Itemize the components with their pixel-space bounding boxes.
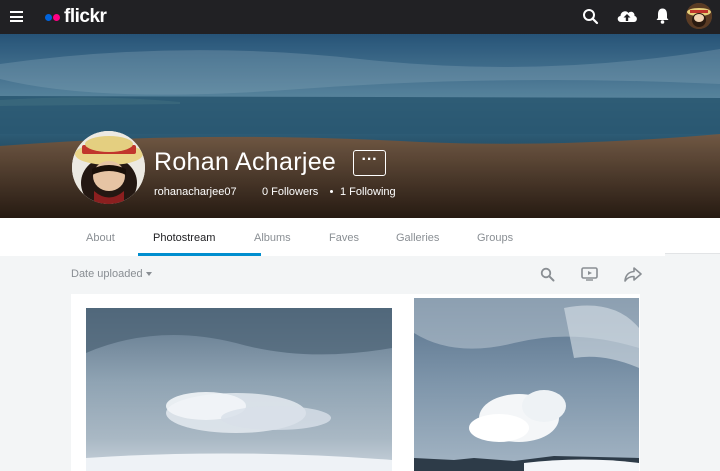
avatar[interactable] [686,3,712,29]
search-icon[interactable] [582,8,599,25]
flickr-logo[interactable]: flickr [45,6,107,28]
tab-faves[interactable]: Faves [329,232,359,244]
tab-galleries[interactable]: Galleries [396,232,439,244]
menu-icon[interactable] [10,11,23,22]
sort-dropdown[interactable]: Date uploaded [71,268,152,280]
profile-username: rohanacharjee07 [154,186,237,198]
logo-wordmark: flickr [64,6,107,27]
tab-bar-extension [665,218,720,254]
logo-blue-dot [45,13,52,21]
following-link[interactable]: 1 Following [340,186,396,198]
active-tab-indicator [138,253,261,256]
more-options-button[interactable]: ··· [353,150,386,176]
upload-cloud-icon[interactable] [616,7,638,24]
share-icon[interactable] [624,267,642,282]
meta-separator-dot [330,190,333,193]
profile-tab-bar: About Photostream Albums Faves Galleries… [0,218,665,256]
bell-icon[interactable] [655,7,670,25]
tab-photostream[interactable]: Photostream [153,232,215,244]
sort-dropdown-label: Date uploaded [71,268,143,280]
search-icon[interactable] [540,267,555,282]
photo-thumbnail[interactable] [86,308,392,471]
tab-albums[interactable]: Albums [254,232,291,244]
tab-about[interactable]: About [86,232,115,244]
profile-name: Rohan Acharjee [154,148,337,176]
slideshow-icon[interactable] [581,267,598,281]
tab-groups[interactable]: Groups [477,232,513,244]
chevron-down-icon [145,272,152,277]
photo-thumbnail[interactable] [414,298,639,471]
top-navigation-bar: flickr [0,0,720,34]
profile-avatar[interactable] [72,131,145,204]
logo-pink-dot [53,13,60,21]
followers-link[interactable]: 0 Followers [262,186,318,198]
